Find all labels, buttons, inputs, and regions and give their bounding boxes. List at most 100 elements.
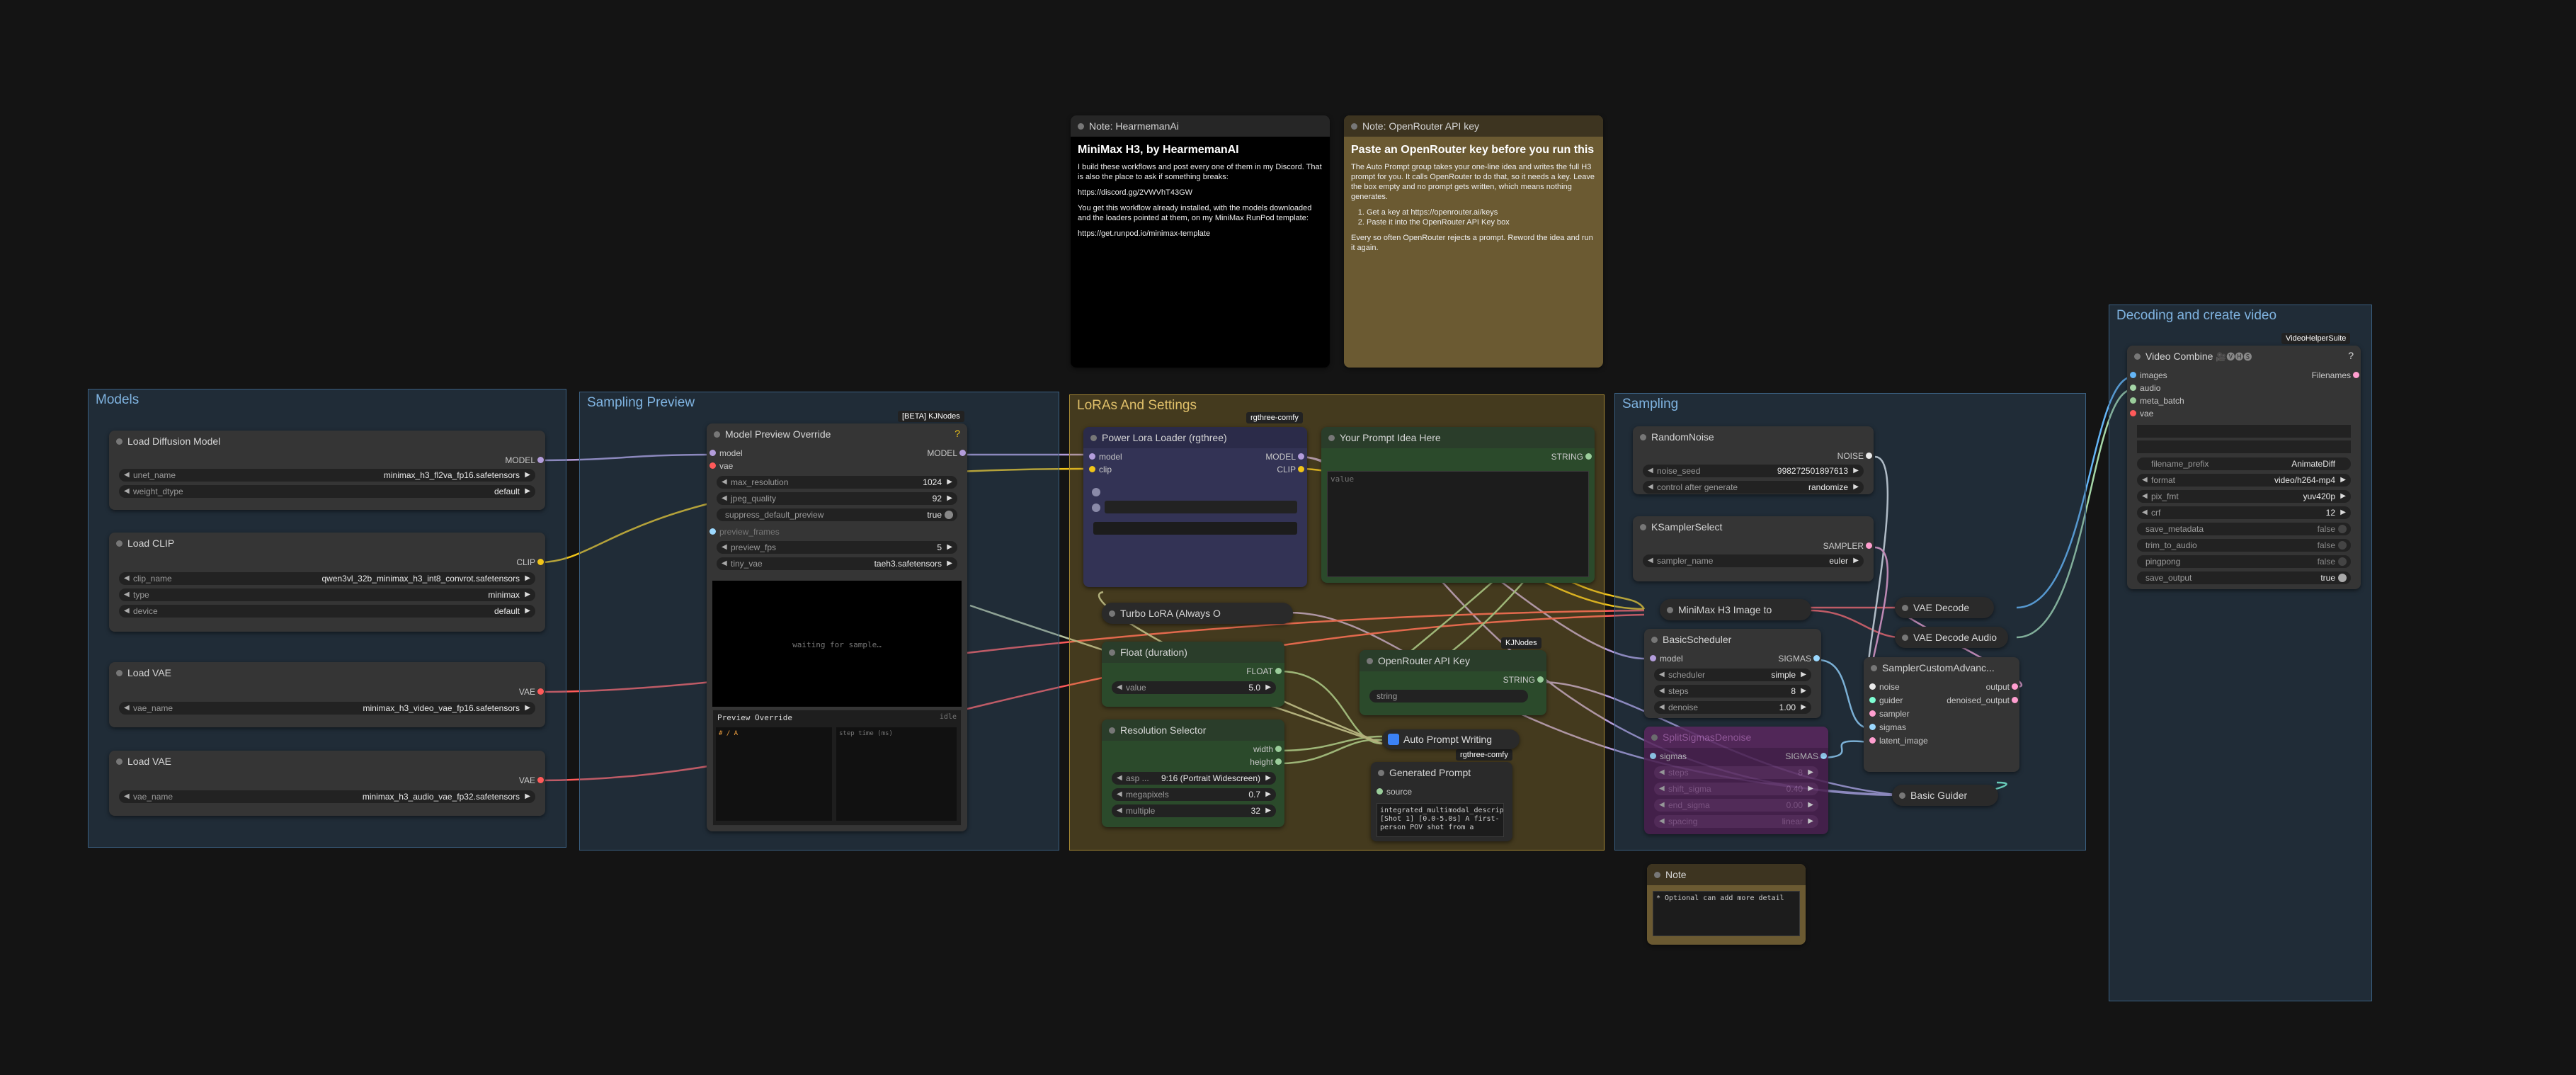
max-resolution-number[interactable]: ◀ max_resolution 1024 ▶ bbox=[717, 476, 957, 489]
output-filenames[interactable]: Filenames bbox=[2280, 370, 2359, 381]
scheduler-combo[interactable]: ◀ scheduler simple ▶ bbox=[1654, 669, 1811, 681]
node-turbo-lora[interactable]: Turbo LoRA (Always O bbox=[1102, 603, 1293, 624]
node-title[interactable]: Float (duration) bbox=[1102, 642, 1284, 663]
output-model[interactable]: MODEL bbox=[1239, 451, 1304, 462]
node-title[interactable]: Load Diffusion Model bbox=[109, 431, 545, 452]
output-string[interactable]: STRING bbox=[1464, 674, 1544, 686]
collapse-dot[interactable] bbox=[1640, 434, 1646, 440]
node-title[interactable]: Basic Guider bbox=[1892, 785, 1998, 806]
collapse-dot[interactable] bbox=[2134, 353, 2141, 360]
node-resolution-selector[interactable]: Resolution Selector width height ◀ asp ..… bbox=[1102, 719, 1284, 827]
clip-type-combo[interactable]: ◀ type minimax ▶ bbox=[119, 588, 535, 601]
pingpong-toggle[interactable]: pingpong false bbox=[2137, 555, 2351, 568]
collapse-dot[interactable] bbox=[1902, 605, 1908, 611]
collapse-dot[interactable] bbox=[1078, 123, 1084, 130]
collapse-dot[interactable] bbox=[1109, 727, 1115, 734]
output-model[interactable]: MODEL bbox=[887, 448, 966, 459]
collapse-dot[interactable] bbox=[1667, 607, 1673, 613]
lora-row[interactable] bbox=[1105, 501, 1297, 513]
collapse-dot[interactable] bbox=[1654, 872, 1660, 878]
spacing-combo[interactable]: ◀ spacing linear ▶ bbox=[1654, 815, 1818, 828]
node-title[interactable]: SplitSigmasDenoise bbox=[1644, 727, 1828, 748]
node-basic-scheduler[interactable]: BasicScheduler model SIGMAS ◀ scheduler si… bbox=[1644, 629, 1821, 718]
jpeg-quality-number[interactable]: ◀ jpeg_quality 92 ▶ bbox=[717, 492, 957, 505]
help-icon[interactable]: ? bbox=[954, 428, 960, 439]
control-after-generate-combo[interactable]: ◀ control after generate randomize ▶ bbox=[1643, 481, 1864, 494]
input-preview-frames[interactable]: preview_frames bbox=[709, 526, 780, 538]
input-model[interactable]: model bbox=[709, 448, 743, 459]
note-hearmeman[interactable]: Note: HearmemanAi MiniMax H3, by Hearmem… bbox=[1071, 115, 1330, 368]
node-load-diffusion-model[interactable]: Load Diffusion Model MODEL ◀ unet_name min… bbox=[109, 431, 545, 510]
multiple-number[interactable]: ◀ multiple 32 ▶ bbox=[1112, 804, 1276, 817]
end-sigma-number[interactable]: ◀ end_sigma 0.00 ▶ bbox=[1654, 799, 1818, 812]
save-metadata-toggle[interactable]: save_metadata false bbox=[2137, 523, 2351, 535]
node-basic-guider[interactable]: Basic Guider bbox=[1892, 785, 1998, 806]
node-title[interactable]: Note bbox=[1647, 864, 1806, 885]
output-model[interactable]: MODEL bbox=[465, 455, 544, 466]
lora-toggle[interactable] bbox=[1092, 504, 1100, 512]
node-title[interactable]: Video Combine 🎥🅥🅗🅢 bbox=[2127, 346, 2361, 367]
collapse-dot[interactable] bbox=[1640, 524, 1646, 530]
output-sigmas[interactable]: SIGMAS bbox=[1748, 751, 1827, 762]
suppress-default-preview-toggle[interactable]: suppress_default_preview true bbox=[717, 508, 957, 521]
device-combo[interactable]: ◀ device default ▶ bbox=[119, 605, 535, 618]
collapse-dot[interactable] bbox=[1902, 635, 1908, 641]
node-title[interactable]: Note: HearmemanAi bbox=[1071, 115, 1330, 137]
output-float[interactable]: FLOAT bbox=[1202, 666, 1282, 677]
generated-prompt-text[interactable]: integrated_multimodal_description: [Shot… bbox=[1377, 803, 1504, 837]
collapse-dot[interactable] bbox=[116, 758, 122, 765]
collapse-dot[interactable] bbox=[714, 431, 720, 438]
help-icon[interactable]: ? bbox=[2348, 350, 2354, 361]
node-auto-prompt-writing[interactable]: Auto Prompt Writing bbox=[1382, 729, 1520, 749]
megapixels-number[interactable]: ◀ megapixels 0.7 ▶ bbox=[1112, 788, 1276, 801]
shift-sigma-number[interactable]: ◀ shift_sigma 0.40 ▶ bbox=[1654, 783, 1818, 795]
node-generated-prompt[interactable]: Generated Prompt source integrated_multi… bbox=[1371, 762, 1512, 841]
duration-value-number[interactable]: ◀ value 5.0 ▶ bbox=[1112, 681, 1276, 694]
input-guider[interactable]: guider bbox=[1869, 695, 1903, 706]
output-vae[interactable]: VAE bbox=[465, 686, 544, 698]
save-output-toggle[interactable]: save_output true bbox=[2137, 571, 2351, 584]
collapse-dot[interactable] bbox=[1351, 123, 1357, 130]
node-video-combine[interactable]: Video Combine 🎥🅥🅗🅢 ? images audio meta_b… bbox=[2127, 346, 2361, 589]
vae-name-combo[interactable]: ◀ vae_name minimax_h3_audio_vae_fp32.safet… bbox=[119, 790, 535, 803]
output-noise[interactable]: NOISE bbox=[1793, 450, 1872, 462]
collapse-dot[interactable] bbox=[1109, 610, 1115, 617]
note-small[interactable]: Note * Optional can add more detail bbox=[1647, 864, 1806, 945]
output-height[interactable]: height bbox=[1202, 756, 1282, 768]
node-title[interactable]: Turbo LoRA (Always O bbox=[1102, 603, 1293, 624]
node-title[interactable]: Resolution Selector bbox=[1102, 719, 1284, 741]
prompt-idea-textarea[interactable] bbox=[1327, 471, 1589, 577]
collapse-dot[interactable] bbox=[116, 540, 122, 547]
collapse-dot[interactable] bbox=[116, 438, 122, 445]
node-ksampler-select[interactable]: KSamplerSelect SAMPLER ◀ sampler_name eule… bbox=[1633, 516, 1874, 581]
note-openrouter[interactable]: Note: OpenRouter API key Paste an OpenRo… bbox=[1344, 115, 1603, 368]
node-title[interactable]: Load VAE bbox=[109, 662, 545, 683]
input-sigmas[interactable]: sigmas bbox=[1650, 751, 1687, 762]
collapse-dot[interactable] bbox=[1651, 637, 1658, 643]
node-title[interactable]: VAE Decode bbox=[1895, 597, 1994, 618]
split-steps-number[interactable]: ◀ steps 8 ▶ bbox=[1654, 766, 1818, 779]
node-title[interactable]: RandomNoise bbox=[1633, 426, 1874, 448]
collapse-dot[interactable] bbox=[116, 670, 122, 676]
collapse-dot[interactable] bbox=[1899, 792, 1905, 799]
node-vae-decode[interactable]: VAE Decode bbox=[1895, 597, 1994, 618]
output-denoised[interactable]: denoised_output bbox=[1925, 695, 2018, 706]
node-load-vae-audio[interactable]: Load VAE VAE ◀ vae_name minimax_h3_audio_v… bbox=[109, 751, 545, 816]
weight-dtype-combo[interactable]: ◀ weight_dtype default ▶ bbox=[119, 485, 535, 498]
steps-number[interactable]: ◀ steps 8 ▶ bbox=[1654, 685, 1811, 698]
output-vae[interactable]: VAE bbox=[465, 775, 544, 786]
node-title[interactable]: MiniMax H3 Image to bbox=[1660, 599, 1811, 620]
node-openrouter-api-key[interactable]: OpenRouter API Key STRING string bbox=[1360, 650, 1546, 715]
node-prompt-idea[interactable]: Your Prompt Idea Here STRING bbox=[1321, 427, 1595, 583]
tiny-vae-combo[interactable]: ◀ tiny_vae taeh3.safetensors ▶ bbox=[717, 557, 957, 570]
input-audio[interactable]: audio bbox=[2130, 382, 2160, 394]
node-model-preview-override[interactable]: Model Preview Override ? model vae MODEL… bbox=[707, 423, 967, 831]
add-lora-button[interactable] bbox=[1093, 522, 1297, 535]
clip-name-combo[interactable]: ◀ clip_name qwen3vl_32b_minimax_h3_int8_co… bbox=[119, 572, 535, 585]
output-output[interactable]: output bbox=[1925, 681, 2018, 693]
input-model[interactable]: model bbox=[1089, 451, 1122, 462]
unet-name-combo[interactable]: ◀ unet_name minimax_h3_fl2va_fp16.safetens… bbox=[119, 469, 535, 482]
collapse-dot[interactable] bbox=[1109, 649, 1115, 656]
input-meta-batch[interactable]: meta_batch bbox=[2130, 395, 2184, 406]
node-title[interactable]: Note: OpenRouter API key bbox=[1344, 115, 1603, 137]
